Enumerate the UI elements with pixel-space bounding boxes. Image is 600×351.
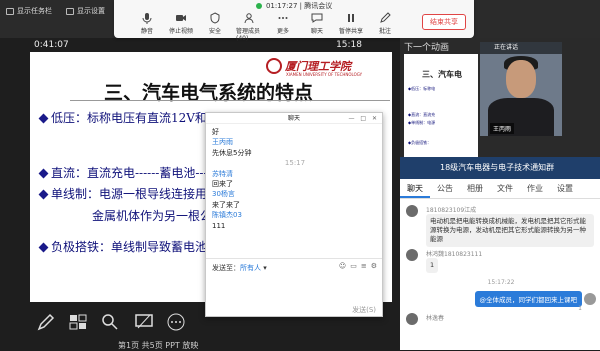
- meeting-chat-window: 聊天 — □ ✕ 好 王丙雨 先休息5分钟 15:17 苏特清 回来了 30杨言…: [205, 112, 383, 317]
- chat-window-title: 聊天: [287, 115, 300, 122]
- members-icon: [244, 13, 254, 24]
- message-bubble: @全体成员，同学们都回来上课吧: [474, 291, 582, 307]
- slide-divider: [70, 100, 390, 101]
- shield-icon: [210, 12, 220, 24]
- sender-name: 1810823109江成: [426, 207, 477, 214]
- chat-message-text: 回来了: [212, 180, 233, 189]
- taskbar-icon: [6, 7, 14, 15]
- my-message: @全体成员，同学们都回来上课吧 1: [400, 291, 600, 312]
- sender-name: 林逸春: [426, 315, 445, 322]
- clock-time: 15:18: [336, 40, 362, 50]
- meeting-status: 01:17:27 | 腾讯会议: [114, 1, 474, 11]
- window-controls: 显示任务栏 显示设置: [6, 6, 105, 16]
- settings-icon[interactable]: ⚙: [371, 262, 377, 270]
- send-to-selector[interactable]: 发送至：所有人 ▾: [212, 263, 267, 273]
- zoom-button[interactable]: [100, 312, 120, 332]
- read-count: 1: [578, 305, 582, 312]
- university-seal-icon: [266, 58, 282, 74]
- pen-icon: [37, 313, 55, 331]
- bullet-diamond-icon: [38, 242, 49, 253]
- display-settings-button[interactable]: 显示设置: [66, 6, 105, 16]
- message-bubble: 1: [426, 258, 439, 273]
- slide-bullet: 负极搭铁：单线制导致蓄电池一: [38, 238, 219, 255]
- send-button[interactable]: 发送(S): [352, 305, 376, 315]
- chat-message-text: 111: [212, 221, 226, 230]
- chat-message-list: 好 王丙雨 先休息5分钟 15:17 苏特清 回来了 30杨言 来了来了 陈镇杰…: [212, 127, 378, 231]
- elapsed-time: 0:41:07: [34, 40, 69, 50]
- avatar[interactable]: [584, 293, 596, 305]
- microphone-icon: [142, 13, 152, 24]
- app-name: 腾讯会议: [304, 2, 333, 10]
- tab-announcement[interactable]: 公告: [430, 179, 460, 198]
- next-animation-label: 下一个动画: [404, 43, 450, 53]
- university-logo: 厦门理工学院 XIAMEN UNIVERSITY OF TECHNOLOGY: [266, 58, 362, 77]
- bullet-diamond-icon: [38, 189, 49, 200]
- tab-chat[interactable]: 聊天: [400, 179, 430, 198]
- presenter-time-bar: 0:41:07 15:18: [30, 38, 392, 52]
- monitor-icon: [66, 7, 74, 15]
- chat-message-text: 好: [212, 128, 219, 136]
- chat-message-text: 先休息5分钟: [212, 148, 252, 157]
- chat-sender-name: 30杨言: [212, 190, 235, 199]
- chat-sender-name: 苏特清: [212, 169, 233, 178]
- chat-sender-name: 王丙雨: [212, 138, 233, 147]
- slides-grid-icon: [69, 314, 87, 330]
- avatar[interactable]: [406, 205, 418, 217]
- slide-bullet: 单线制：电源一根导线连接用电: [38, 185, 219, 202]
- group-tabs: 聊天 公告 相册 文件 作业 设置: [400, 179, 600, 199]
- emoji-icon[interactable]: ☺: [339, 262, 346, 270]
- screen-button[interactable]: [134, 312, 154, 332]
- send-to-target[interactable]: 所有人: [240, 264, 261, 272]
- file-icon[interactable]: ≡: [361, 262, 367, 270]
- tab-settings[interactable]: 设置: [550, 179, 580, 198]
- more-options-button[interactable]: [166, 312, 186, 332]
- bullet-diamond-icon: [38, 168, 49, 179]
- magnifier-icon: [102, 314, 118, 330]
- screenshot-icon[interactable]: ▭: [350, 262, 357, 270]
- next-slide-preview[interactable]: 三、汽车电 ◆低压：标称电 ◆直流：直流充 ◆单线制：电源 ◆负极搭铁：: [404, 54, 478, 162]
- show-taskbar-button[interactable]: 显示任务栏: [6, 6, 52, 16]
- more-icon: [278, 17, 288, 19]
- pause-icon: [348, 14, 354, 22]
- pen-icon: [380, 12, 391, 23]
- group-title: 18级汽车电器与电子技术通知群: [400, 157, 600, 179]
- tab-files[interactable]: 文件: [490, 179, 520, 198]
- group-chat-panel: 18级汽车电器与电子技术通知群 聊天 公告 相册 文件 作业 设置 181082…: [400, 157, 600, 350]
- video-camera-icon: [176, 15, 186, 21]
- window-controls[interactable]: — □ ✕: [348, 113, 379, 124]
- slide-bullet-continuation: 金属机体作为另一根公: [92, 209, 213, 223]
- speaker-video[interactable]: 正在讲话 王丙雨: [480, 42, 562, 136]
- slide-caption: 第1页 共5页 PPT 放映: [118, 341, 199, 350]
- signal-icon: [255, 3, 262, 9]
- end-share-button[interactable]: 结束共享: [422, 14, 466, 30]
- chat-input-area[interactable]: 发送至：所有人 ▾ ☺ ▭ ≡ ⚙ 发送(S): [206, 258, 382, 316]
- sender-name: 林鸿魏1810823111: [426, 251, 483, 258]
- bullet-diamond-icon: [38, 113, 49, 124]
- speaking-indicator: 正在讲话: [480, 42, 562, 54]
- chat-timestamp: 15:17:22: [487, 279, 515, 286]
- chat-sender-name: 陈镇杰03: [212, 211, 242, 220]
- more-icon: [167, 313, 185, 331]
- message-bubble: 电动机是把电能转换成机械能，发电机是把其它形式能源转换为电源，发动机是把其它形式…: [426, 214, 594, 247]
- slides-overview-button[interactable]: [68, 312, 88, 332]
- chat-message-text: 来了来了: [212, 200, 240, 209]
- slide-bullet: 直流：直流充电------蓄电池----供: [38, 164, 224, 181]
- tab-album[interactable]: 相册: [460, 179, 490, 198]
- avatar[interactable]: [406, 313, 418, 325]
- pen-tool-button[interactable]: [36, 312, 56, 332]
- chat-icon: [311, 13, 323, 23]
- avatar[interactable]: [406, 249, 418, 261]
- chat-window-header: 聊天 — □ ✕: [206, 113, 382, 124]
- screen-icon: [135, 314, 153, 329]
- tab-homework[interactable]: 作业: [520, 179, 550, 198]
- chat-input-tools: ☺ ▭ ≡ ⚙: [339, 262, 377, 270]
- speaker-name: 王丙雨: [490, 123, 515, 134]
- meeting-toolbar: 01:17:27 | 腾讯会议 静音 停止视频 安全 管理成员(40) 更多 聊…: [114, 0, 474, 42]
- meeting-duration: 01:17:27: [265, 2, 298, 10]
- slide-bullet: 低压：标称电压有直流12V和24V: [38, 109, 231, 126]
- chat-timestamp: 15:17: [284, 159, 306, 168]
